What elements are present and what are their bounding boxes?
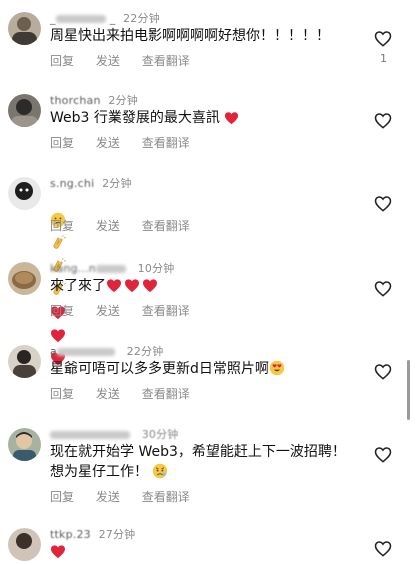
comment-username[interactable]: 30分钟	[50, 426, 179, 442]
red-heart-emoji	[50, 544, 66, 565]
heart-outline-icon[interactable]	[374, 112, 392, 129]
red-heart-emoji	[106, 278, 122, 299]
comment-username[interactable]: kang...n 10分钟	[50, 260, 174, 276]
send-button[interactable]: 发送	[96, 219, 120, 233]
heart-outline-icon[interactable]	[374, 363, 392, 380]
comment-time: 22分钟	[123, 12, 160, 25]
avatar[interactable]	[8, 428, 41, 461]
comment-actions: 回复 发送 查看翻译	[50, 302, 208, 319]
worried-face-emoji	[152, 463, 168, 485]
avatar[interactable]	[8, 177, 41, 210]
comment-time: 2分钟	[102, 177, 132, 190]
comment-actions: 回复 发送 查看翻译	[50, 385, 208, 402]
red-heart-emoji	[224, 111, 239, 131]
comment-time: 22分钟	[126, 345, 164, 358]
comment-time: 27分钟	[98, 528, 136, 541]
comment-text: 來了來了	[50, 276, 350, 299]
comment-username[interactable]: s.ng.chi 2分钟	[50, 175, 132, 191]
comment-username[interactable]: thorchan 2分钟	[50, 92, 138, 108]
send-button[interactable]: 发送	[96, 490, 120, 504]
comment-actions: 回复 发送 查看翻译	[50, 488, 208, 505]
send-button[interactable]: 发送	[96, 136, 120, 150]
avatar[interactable]	[8, 262, 41, 295]
reply-button[interactable]: 回复	[50, 304, 74, 318]
comment-time: 30分钟	[141, 428, 179, 441]
reply-button[interactable]: 回复	[50, 219, 74, 233]
comment-text	[50, 542, 350, 565]
heart-outline-icon[interactable]	[374, 446, 392, 463]
comment-actions: 回复 发送 查看翻译	[50, 134, 208, 151]
translate-button[interactable]: 查看翻译	[142, 219, 190, 233]
heart-outline-icon[interactable]	[374, 280, 392, 297]
heart-outline-icon[interactable]	[374, 540, 392, 557]
reply-button[interactable]: 回复	[50, 387, 74, 401]
avatar[interactable]	[8, 528, 41, 561]
comment-time: 2分钟	[108, 94, 138, 107]
avatar[interactable]	[8, 345, 41, 378]
reply-button[interactable]: 回复	[50, 490, 74, 504]
scrollbar[interactable]	[407, 360, 410, 420]
reply-button[interactable]: 回复	[50, 54, 74, 68]
heart-outline-icon[interactable]	[374, 195, 392, 212]
clapping-hands-emoji	[50, 235, 67, 257]
send-button[interactable]: 发送	[96, 54, 120, 68]
translate-button[interactable]: 查看翻译	[142, 136, 190, 150]
send-button[interactable]: 发送	[96, 387, 120, 401]
comment-text: 现在就开始学 Web3，希望能赶上下一波招聘！ 想为星仔工作！	[50, 442, 350, 485]
reply-button[interactable]: 回复	[50, 136, 74, 150]
comment-text: 周星快出来拍电影啊啊啊啊好想你！！！！！	[50, 28, 330, 44]
comment-time: 10分钟	[137, 262, 175, 275]
red-heart-emoji	[142, 278, 158, 299]
red-heart-emoji	[124, 278, 140, 299]
translate-button[interactable]: 查看翻译	[142, 490, 190, 504]
avatar[interactable]	[8, 94, 41, 127]
translate-button[interactable]: 查看翻译	[142, 304, 190, 318]
translate-button[interactable]: 查看翻译	[142, 54, 190, 68]
comment-text: 星爺可唔可以多多更新d日常照片啊	[50, 359, 350, 382]
heart-outline-icon[interactable]	[374, 30, 392, 47]
like-count: 1	[380, 52, 387, 65]
comment-actions: 回复 发送 查看翻译	[50, 217, 208, 234]
comment-username[interactable]: a 22分钟	[50, 343, 163, 359]
heart-eyes-emoji	[269, 360, 285, 382]
avatar[interactable]	[8, 12, 41, 45]
comment-actions: 回复 发送 查看翻译	[50, 52, 208, 69]
translate-button[interactable]: 查看翻译	[142, 387, 190, 401]
comment-username[interactable]: _ _ 22分钟	[50, 10, 160, 26]
comment-text: Web3 行業發展的最大喜訊	[50, 108, 350, 131]
send-button[interactable]: 发送	[96, 304, 120, 318]
comment-username[interactable]: ttkp.23 27分钟	[50, 526, 135, 542]
